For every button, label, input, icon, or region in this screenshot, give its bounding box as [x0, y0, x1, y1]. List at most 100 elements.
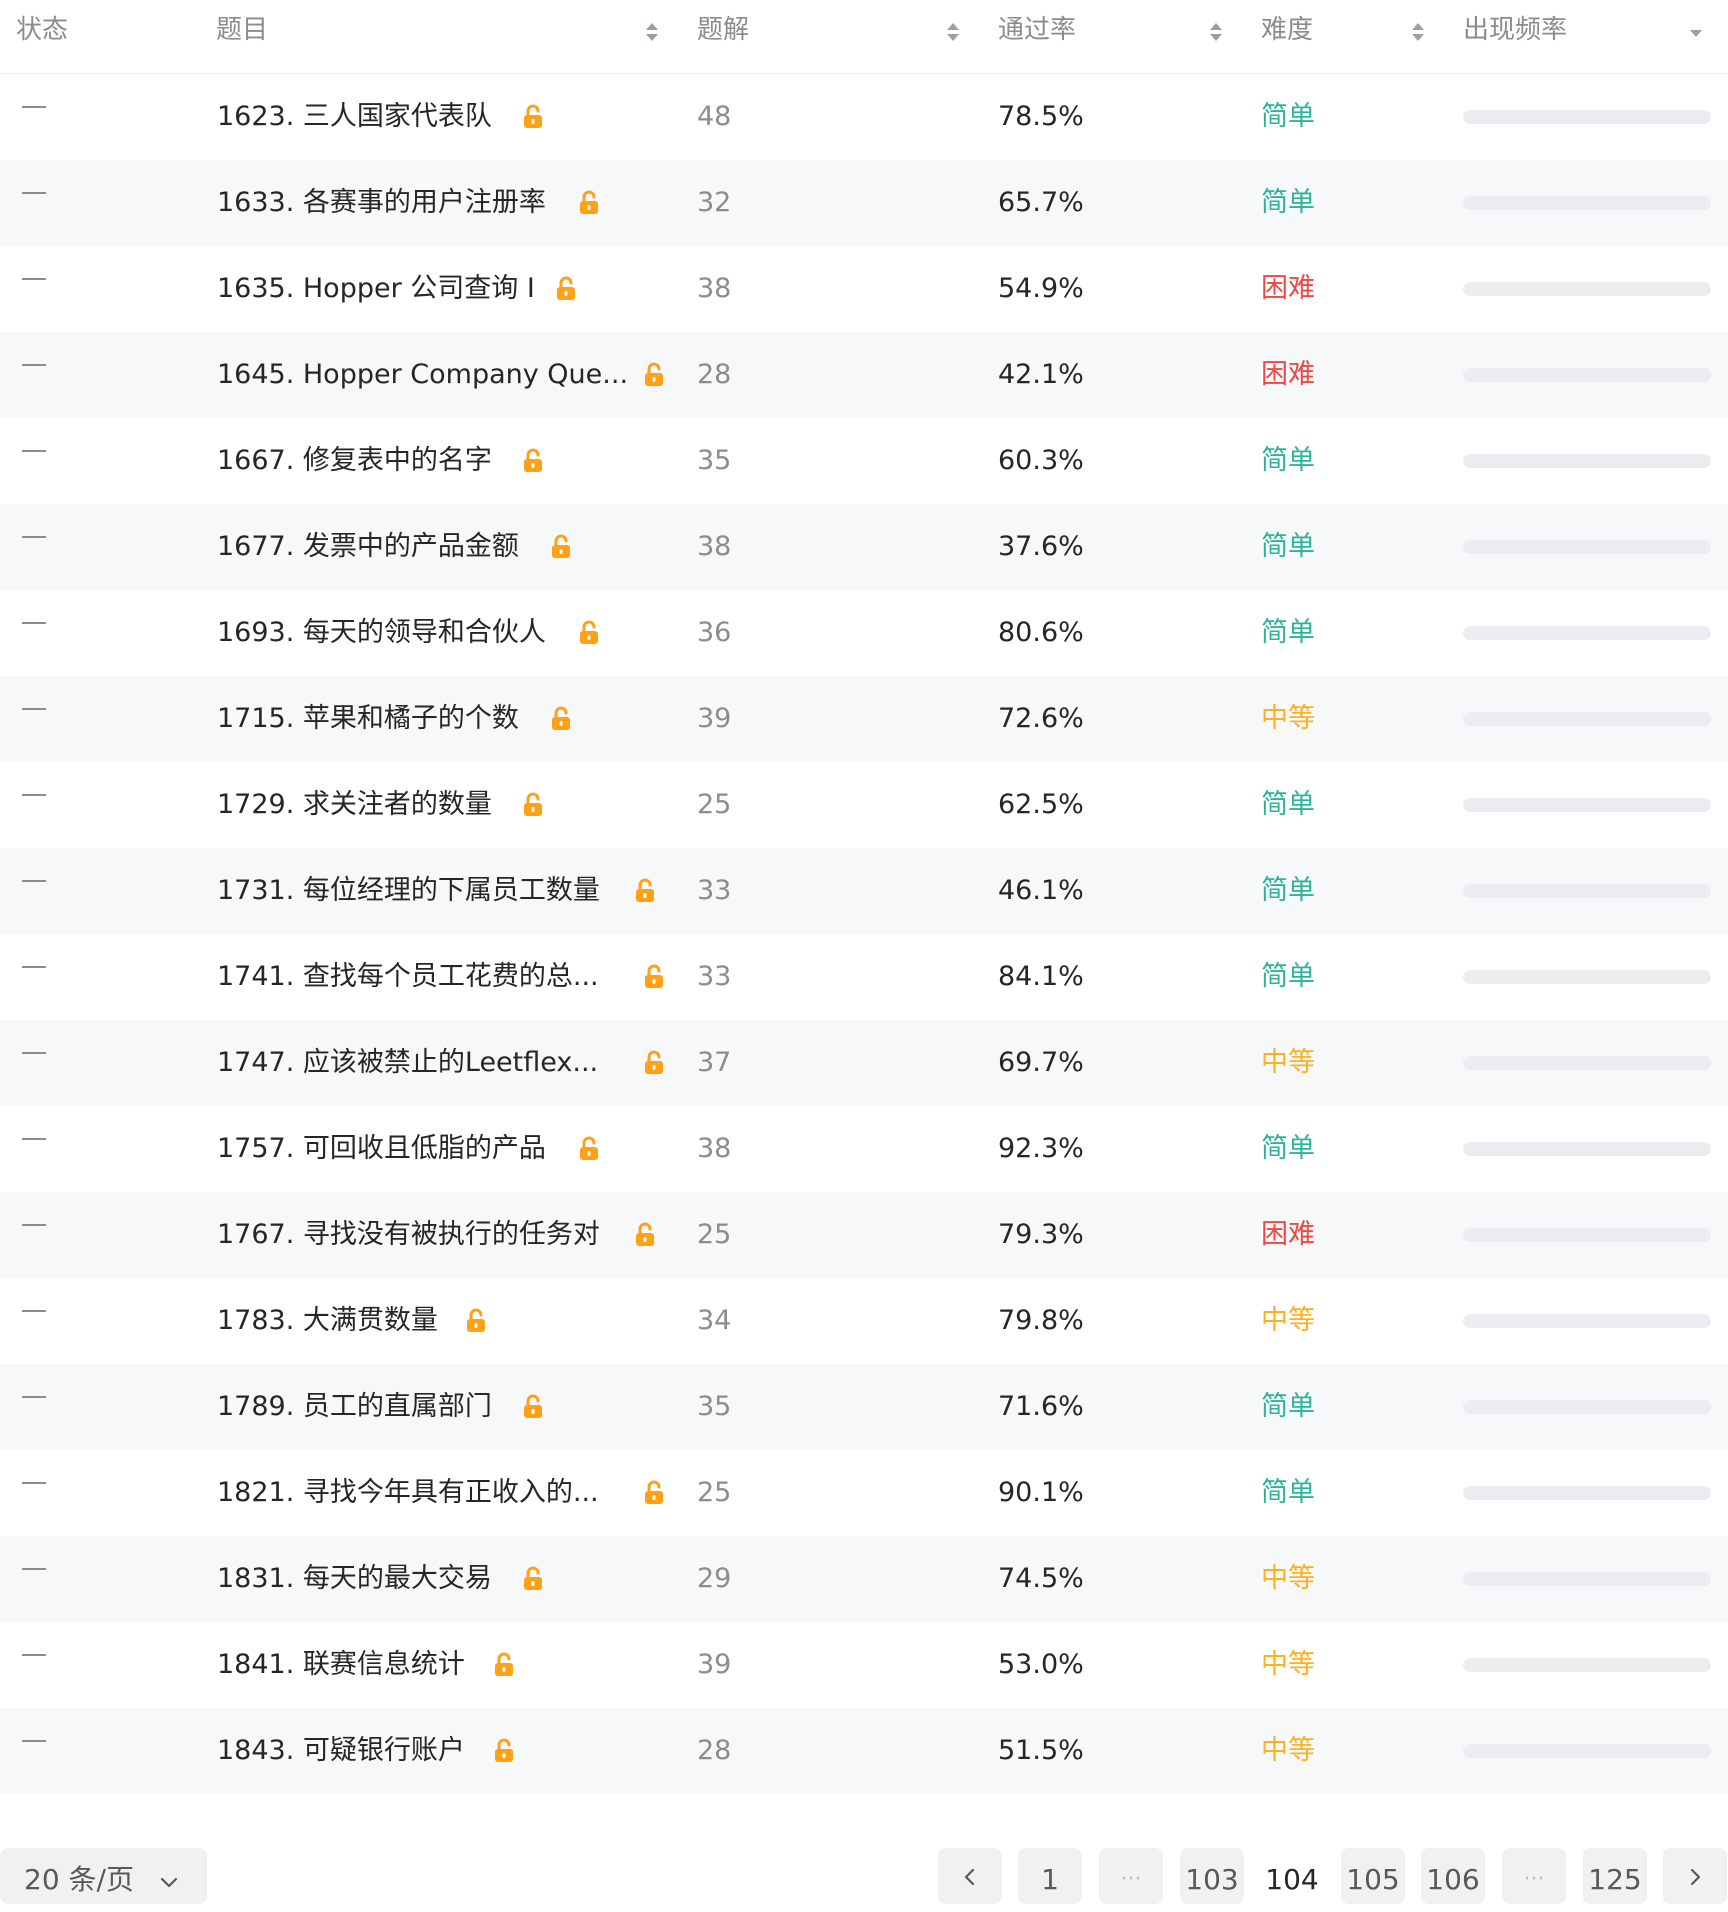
page-size-label: 20 条/页 — [24, 1863, 134, 1896]
problem-title-link[interactable]: 1757. 可回收且低脂的产品 — [217, 1106, 546, 1192]
page-ellipsis[interactable]: ··· — [1502, 1848, 1566, 1904]
frequency-bar — [1463, 712, 1711, 726]
problem-title-link[interactable]: 1633. 各赛事的用户注册率 — [217, 160, 546, 246]
difficulty-label: 简单 — [1261, 961, 1315, 992]
problem-title-link[interactable]: 1623. 三人国家代表队 — [217, 74, 492, 160]
table-row[interactable]: 1677. 发票中的产品金额 38 37.6% 简单 — [0, 504, 1728, 590]
problem-title-link[interactable]: 1645. Hopper Company Que... — [217, 332, 628, 418]
table-row[interactable]: 1729. 求关注者的数量 25 62.5% 简单 — [0, 762, 1728, 848]
solution-count[interactable]: 37 — [697, 1020, 731, 1106]
status-dash — [22, 450, 46, 452]
solution-count[interactable]: 33 — [697, 848, 731, 934]
problem-title-link[interactable]: 1693. 每天的领导和合伙人 — [217, 590, 546, 676]
problem-title-link[interactable]: 1741. 查找每个员工花费的总... — [217, 934, 599, 1020]
problem-title-link[interactable]: 1731. 每位经理的下属员工数量 — [217, 848, 600, 934]
next-page-button[interactable] — [1663, 1848, 1727, 1904]
table-row[interactable]: 1635. Hopper 公司查询 I 38 54.9% 困难 — [0, 246, 1728, 332]
table-row[interactable]: 1667. 修复表中的名字 35 60.3% 简单 — [0, 418, 1728, 504]
solution-count[interactable]: 29 — [697, 1536, 731, 1622]
table-row[interactable]: 1715. 苹果和橘子的个数 39 72.6% 中等 — [0, 676, 1728, 762]
solution-count[interactable]: 25 — [697, 1450, 731, 1536]
column-header-title[interactable]: 题目 — [216, 0, 268, 60]
problem-title-link[interactable]: 1667. 修复表中的名字 — [217, 418, 492, 504]
unlock-icon — [552, 275, 580, 303]
table-row[interactable]: 1831. 每天的最大交易 29 74.5% 中等 — [0, 1536, 1728, 1622]
table-row[interactable]: 1767. 寻找没有被执行的任务对 25 79.3% 困难 — [0, 1192, 1728, 1278]
column-header-difficulty[interactable]: 难度 — [1261, 0, 1313, 60]
acceptance-rate: 54.9% — [998, 273, 1084, 304]
sort-icon[interactable] — [1208, 20, 1224, 44]
problem-title-link[interactable]: 1767. 寻找没有被执行的任务对 — [217, 1192, 600, 1278]
table-row[interactable]: 1783. 大满贯数量 34 79.8% 中等 — [0, 1278, 1728, 1364]
sort-icon[interactable] — [945, 20, 961, 44]
problem-title-link[interactable]: 1715. 苹果和橘子的个数 — [217, 676, 519, 762]
table-row[interactable]: 1757. 可回收且低脂的产品 38 92.3% 简单 — [0, 1106, 1728, 1192]
column-header-acceptance[interactable]: 通过率 — [998, 0, 1076, 60]
solution-count[interactable]: 25 — [697, 762, 731, 848]
solution-count[interactable]: 38 — [697, 246, 731, 332]
page-button-current[interactable]: 104 — [1260, 1848, 1324, 1904]
solution-count[interactable]: 48 — [697, 74, 731, 160]
unlock-icon — [519, 1565, 547, 1593]
difficulty-label: 简单 — [1261, 445, 1315, 476]
page-ellipsis[interactable]: ··· — [1099, 1848, 1163, 1904]
solution-count[interactable]: 38 — [697, 504, 731, 590]
solution-count[interactable]: 35 — [697, 1364, 731, 1450]
problem-title-link[interactable]: 1677. 发票中的产品金额 — [217, 504, 519, 590]
solution-count[interactable]: 28 — [697, 332, 731, 418]
table-row[interactable]: 1693. 每天的领导和合伙人 36 80.6% 简单 — [0, 590, 1728, 676]
solution-count[interactable]: 34 — [697, 1278, 731, 1364]
problem-title-link[interactable]: 1729. 求关注者的数量 — [217, 762, 492, 848]
page-button[interactable]: 1 — [1018, 1848, 1082, 1904]
column-header-solutions[interactable]: 题解 — [697, 0, 749, 60]
chevron-down-icon — [157, 1868, 181, 1901]
page-button[interactable]: 106 — [1421, 1848, 1485, 1904]
sort-icon[interactable] — [1410, 20, 1426, 44]
solution-count[interactable]: 36 — [697, 590, 731, 676]
problem-title-link[interactable]: 1821. 寻找今年具有正收入的... — [217, 1450, 599, 1536]
solution-count[interactable]: 25 — [697, 1192, 731, 1278]
problem-title-link[interactable]: 1831. 每天的最大交易 — [217, 1536, 492, 1622]
solution-count[interactable]: 39 — [697, 676, 731, 762]
frequency-bar — [1463, 970, 1711, 984]
solution-count[interactable]: 28 — [697, 1708, 731, 1794]
page-size-select[interactable]: 20 条/页 — [0, 1848, 207, 1904]
prev-page-button[interactable] — [938, 1848, 1002, 1904]
table-row[interactable]: 1821. 寻找今年具有正收入的... 25 90.1% 简单 — [0, 1450, 1728, 1536]
table-row[interactable]: 1633. 各赛事的用户注册率 32 65.7% 简单 — [0, 160, 1728, 246]
acceptance-rate: 42.1% — [998, 359, 1084, 390]
column-header-frequency[interactable]: 出现频率 — [1463, 0, 1567, 60]
page-button[interactable]: 125 — [1583, 1848, 1647, 1904]
table-row[interactable]: 1843. 可疑银行账户 28 51.5% 中等 — [0, 1708, 1728, 1794]
sort-icon[interactable] — [644, 20, 660, 44]
table-row[interactable]: 1645. Hopper Company Que... 28 42.1% 困难 — [0, 332, 1728, 418]
solution-count[interactable]: 33 — [697, 934, 731, 1020]
problem-title-link[interactable]: 1789. 员工的直属部门 — [217, 1364, 492, 1450]
frequency-bar — [1463, 626, 1711, 640]
solution-count[interactable]: 39 — [697, 1622, 731, 1708]
problem-title-link[interactable]: 1843. 可疑银行账户 — [217, 1708, 465, 1794]
frequency-bar — [1463, 1314, 1711, 1328]
problem-title-link[interactable]: 1635. Hopper 公司查询 I — [217, 246, 535, 332]
problem-title-link[interactable]: 1747. 应该被禁止的Leetflex... — [217, 1020, 598, 1106]
table-row[interactable]: 1731. 每位经理的下属员工数量 33 46.1% 简单 — [0, 848, 1728, 934]
page-button[interactable]: 103 — [1180, 1848, 1244, 1904]
table-row[interactable]: 1623. 三人国家代表队 48 78.5% 简单 — [0, 74, 1728, 160]
unlock-icon — [490, 1737, 518, 1765]
table-row[interactable]: 1789. 员工的直属部门 35 71.6% 简单 — [0, 1364, 1728, 1450]
difficulty-label: 简单 — [1261, 1477, 1315, 1508]
solution-count[interactable]: 35 — [697, 418, 731, 504]
table-row[interactable]: 1747. 应该被禁止的Leetflex... 37 69.7% 中等 — [0, 1020, 1728, 1106]
status-dash — [22, 622, 46, 624]
problem-title-link[interactable]: 1783. 大满贯数量 — [217, 1278, 438, 1364]
difficulty-label: 简单 — [1261, 187, 1315, 218]
unlock-icon — [519, 103, 547, 131]
solution-count[interactable]: 38 — [697, 1106, 731, 1192]
status-dash — [22, 708, 46, 710]
table-row[interactable]: 1741. 查找每个员工花费的总... 33 84.1% 简单 — [0, 934, 1728, 1020]
problem-title-link[interactable]: 1841. 联赛信息统计 — [217, 1622, 465, 1708]
page-button[interactable]: 105 — [1341, 1848, 1405, 1904]
solution-count[interactable]: 32 — [697, 160, 731, 246]
table-row[interactable]: 1841. 联赛信息统计 39 53.0% 中等 — [0, 1622, 1728, 1708]
sort-desc-icon[interactable] — [1688, 26, 1704, 50]
